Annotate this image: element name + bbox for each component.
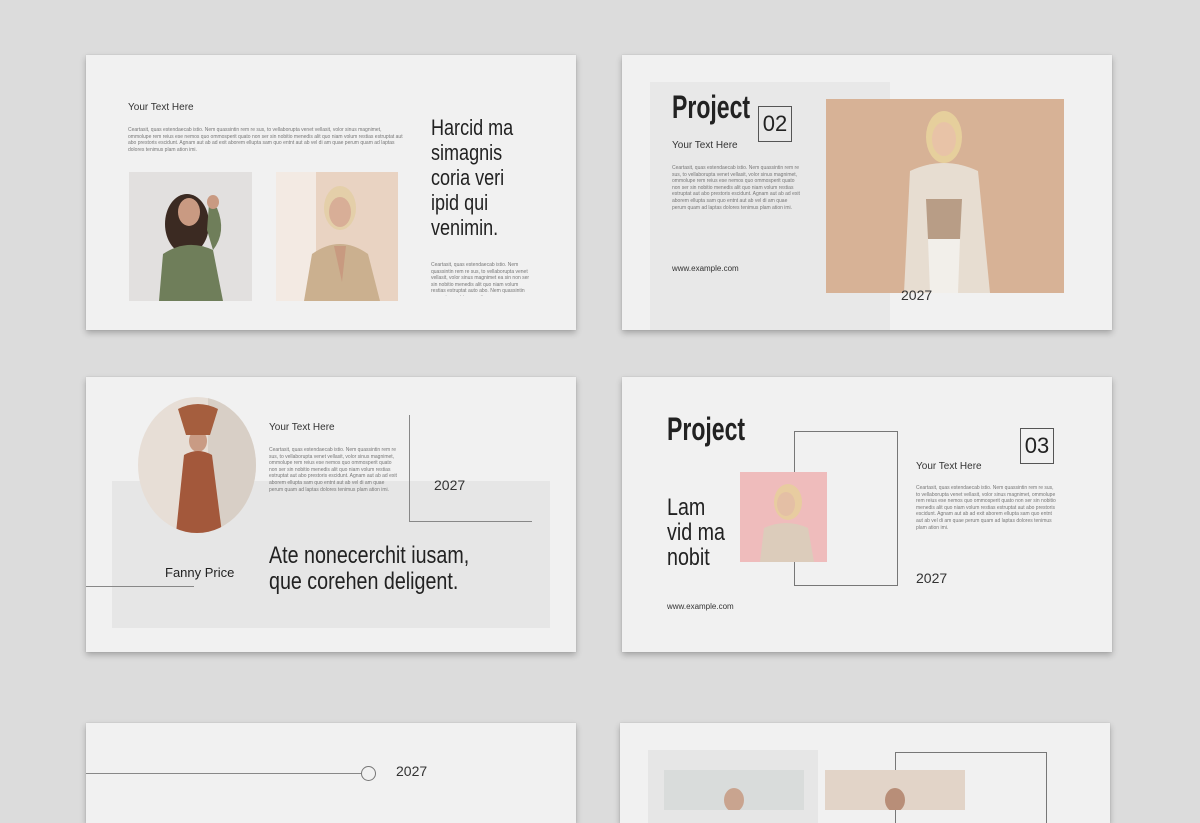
slide-3[interactable]: Your Text Here Ceartasit, quas estendaec… xyxy=(86,377,576,652)
slide-1[interactable]: Your Text Here Ceartasit, quas estendaec… xyxy=(86,55,576,330)
slide-2-year: 2027 xyxy=(901,287,933,303)
slide-2-title: Project xyxy=(672,89,751,125)
slide-5-year: 2027 xyxy=(396,763,428,779)
slide-5[interactable]: 2027 xyxy=(86,723,576,823)
slide-3-quote: Ate nonecerchit iusam, que corehen delig… xyxy=(269,543,513,595)
slide-4-title: Project xyxy=(667,411,746,447)
timeline-marker xyxy=(361,766,376,781)
photo-woman-beige-blazer xyxy=(276,172,398,301)
divider-horizontal xyxy=(409,521,532,522)
name-underline xyxy=(86,586,194,587)
slide-2-number: 02 xyxy=(758,106,792,142)
photo-woman-polka-dress xyxy=(138,397,256,533)
quote-line: que corehen deligent. xyxy=(269,568,459,595)
quote-line: Harcid ma xyxy=(431,115,514,140)
quote-line: vid ma xyxy=(667,519,725,546)
slide-1-body: Ceartasit, quas estendaecab istio. Nem q… xyxy=(128,127,403,153)
slide-2[interactable]: Project 02 Your Text Here Ceartasit, qua… xyxy=(622,55,1112,330)
slide-2-body: Ceartasit, quas estendaecab istio. Nem q… xyxy=(672,165,800,211)
slide-1-quote: Harcid ma simagnis coria veri ipid qui v… xyxy=(431,115,531,240)
quote-line: Ate nonecerchit iusam, xyxy=(269,542,470,569)
photo-woman-green-jacket xyxy=(129,172,252,301)
slide-2-url[interactable]: www.example.com xyxy=(672,264,739,273)
quote-line: simagnis xyxy=(431,140,503,165)
photo-woman-pink-backdrop xyxy=(740,472,827,562)
quote-line: coria veri xyxy=(431,165,505,190)
slide-1-caption: Ceartasit, quas estendaecab istio. Nem q… xyxy=(431,262,530,296)
slide-6[interactable] xyxy=(620,723,1110,823)
quote-line: venimin. xyxy=(431,215,499,240)
quote-line: ipid qui xyxy=(431,190,489,215)
slide-4[interactable]: Project Lam vid ma nobit www.example.com… xyxy=(622,377,1112,652)
slide-3-year: 2027 xyxy=(434,477,466,493)
photo-woman-cream-jacket xyxy=(826,99,1064,293)
photo-woman-slide6-b xyxy=(825,770,965,810)
slide-2-subtitle: Your Text Here xyxy=(672,140,738,151)
quote-line: Lam xyxy=(667,494,706,521)
timeline-line xyxy=(86,773,361,774)
slide-4-year: 2027 xyxy=(916,570,948,586)
quote-line: nobit xyxy=(667,544,710,571)
slide-1-title: Your Text Here xyxy=(128,102,194,113)
slide-4-number: 03 xyxy=(1020,428,1054,464)
slide-3-body: Ceartasit, quas estendaecab istio. Nem q… xyxy=(269,447,397,493)
slide-4-subtitle: Your Text Here xyxy=(916,461,982,472)
divider-vertical xyxy=(409,415,410,522)
slide-4-url[interactable]: www.example.com xyxy=(667,602,734,611)
person-name: Fanny Price xyxy=(165,565,235,580)
slide-3-title: Your Text Here xyxy=(269,422,335,433)
photo-woman-slide6-a xyxy=(664,770,804,810)
slide-4-body: Ceartasit, quas estendaecab istio. Nem q… xyxy=(916,485,1056,531)
slide-4-quote: Lam vid ma nobit xyxy=(667,495,738,570)
